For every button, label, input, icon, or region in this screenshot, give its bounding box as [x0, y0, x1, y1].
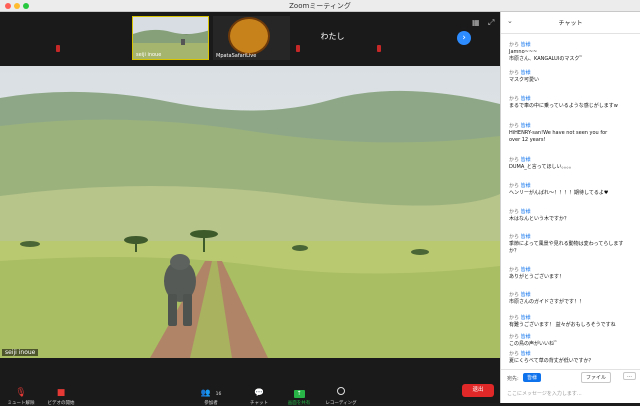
chat-message: から 皆様 Jamno~~~ 市原さん、KANGALUIのマスク ̃ ̃	[509, 42, 583, 62]
chat-message: から 皆様 まるで車の中に乗っているような感じがしますw	[509, 96, 618, 109]
chat-title: チャット	[558, 20, 583, 27]
video-off-icon: ■	[56, 388, 66, 398]
share-screen-button[interactable]: ↑ 画面を共有	[280, 380, 318, 406]
participant-name: seiji inoue	[136, 52, 162, 58]
record-icon	[337, 387, 345, 395]
share-arrow-icon: ↑	[293, 390, 305, 398]
record-button[interactable]: レコーディング	[322, 380, 360, 406]
chat-message: から 皆様 市原さんのガイドさすがです！！	[509, 292, 585, 305]
window-title: Zoomミーティング	[289, 2, 351, 10]
message-input[interactable]: ここにメッセージを入力します...	[507, 390, 582, 397]
meeting-controls-bar: 🎙 ミュート解除 ■ ビデオの開始 👥 16 参加者 💬 チャット ↑ 画面を共…	[0, 378, 500, 406]
participants-button[interactable]: 👥 16 参加者	[192, 380, 230, 406]
recipient-select[interactable]: 皆様	[523, 373, 542, 382]
participants-icon: 👥	[200, 388, 211, 397]
participant-strip: seiji inoue MpataSafariLive わたし › ▦ ⤢	[0, 12, 500, 64]
main-video: seiji inoue	[0, 66, 500, 358]
chat-panel: ⌄ チャット から 皆様 Jamno~~~ 市原さん、KANGALUIのマスク ̃…	[500, 12, 640, 403]
chat-header: ⌄ チャット	[501, 12, 640, 34]
participant-tile-blank-1[interactable]	[0, 16, 128, 60]
participant-tile-mpata[interactable]: MpataSafariLive	[213, 16, 290, 60]
start-video-button[interactable]: ■ ビデオの開始	[42, 380, 80, 406]
chat-message: から 皆様 ヘンリーがんばれ～！！！！期待してるよ♥	[509, 183, 609, 196]
gallery-view-icon[interactable]: ▦	[472, 18, 480, 27]
chat-message: から 皆様 有難うございます！ 益々がおもしろそうですね	[509, 315, 616, 328]
fullscreen-icon[interactable]: ⤢	[488, 18, 494, 28]
recipient-label: 宛先:	[507, 376, 519, 382]
participant-name: わたし	[320, 32, 345, 41]
chat-message: から 皆様 マスク可愛い	[509, 70, 540, 83]
savanna-video-frame	[0, 66, 500, 358]
chat-message: から 皆様 季節によって風景や見れる動物は変わってらします か？	[509, 234, 624, 254]
chat-message: から 皆様 DUMA_と言ってほしい。。。。	[509, 157, 574, 170]
chat-message: から 皆様 ありがとうございます！	[509, 267, 565, 280]
more-options-icon[interactable]: …	[623, 372, 636, 380]
muted-mic-icon	[296, 45, 300, 52]
mpata-logo-avatar	[228, 17, 270, 55]
next-page-icon[interactable]: ›	[457, 31, 471, 45]
muted-mic-icon	[56, 45, 60, 52]
participant-tile-seiji[interactable]: seiji inoue	[132, 16, 209, 60]
active-speaker-label: seiji inoue	[2, 349, 39, 356]
chat-message: から 皆様 夏にくらべて草の背丈が低いですか？	[509, 351, 594, 364]
chat-icon: 💬	[254, 388, 264, 397]
mute-button[interactable]: 🎙 ミュート解除	[2, 380, 40, 406]
meeting-area: seiji inoue MpataSafariLive わたし › ▦ ⤢ i …	[0, 12, 500, 406]
muted-mic-icon	[377, 45, 381, 52]
chat-message: から 皆様 HiHENRY-san!We have not seen you f…	[509, 123, 608, 143]
chat-message: から 皆様 この鳥の声がいいね ̃ ̃	[509, 334, 558, 347]
title-bar: Zoomミーティング	[0, 0, 640, 12]
chat-button[interactable]: 💬 チャット	[240, 380, 278, 406]
participant-tile-me[interactable]: わたし	[294, 16, 371, 60]
participant-tile-blank-2[interactable]	[375, 16, 452, 60]
participant-name: MpataSafariLive	[216, 53, 257, 59]
leave-meeting-button[interactable]: 退出	[462, 384, 494, 397]
chat-footer: 宛先: 皆様 ファイル … ここにメッセージを入力します...	[501, 369, 640, 403]
chat-message: から 皆様 木はなんという木ですか？	[509, 209, 570, 222]
mic-off-icon: 🎙	[15, 388, 27, 398]
file-button[interactable]: ファイル	[581, 372, 612, 383]
